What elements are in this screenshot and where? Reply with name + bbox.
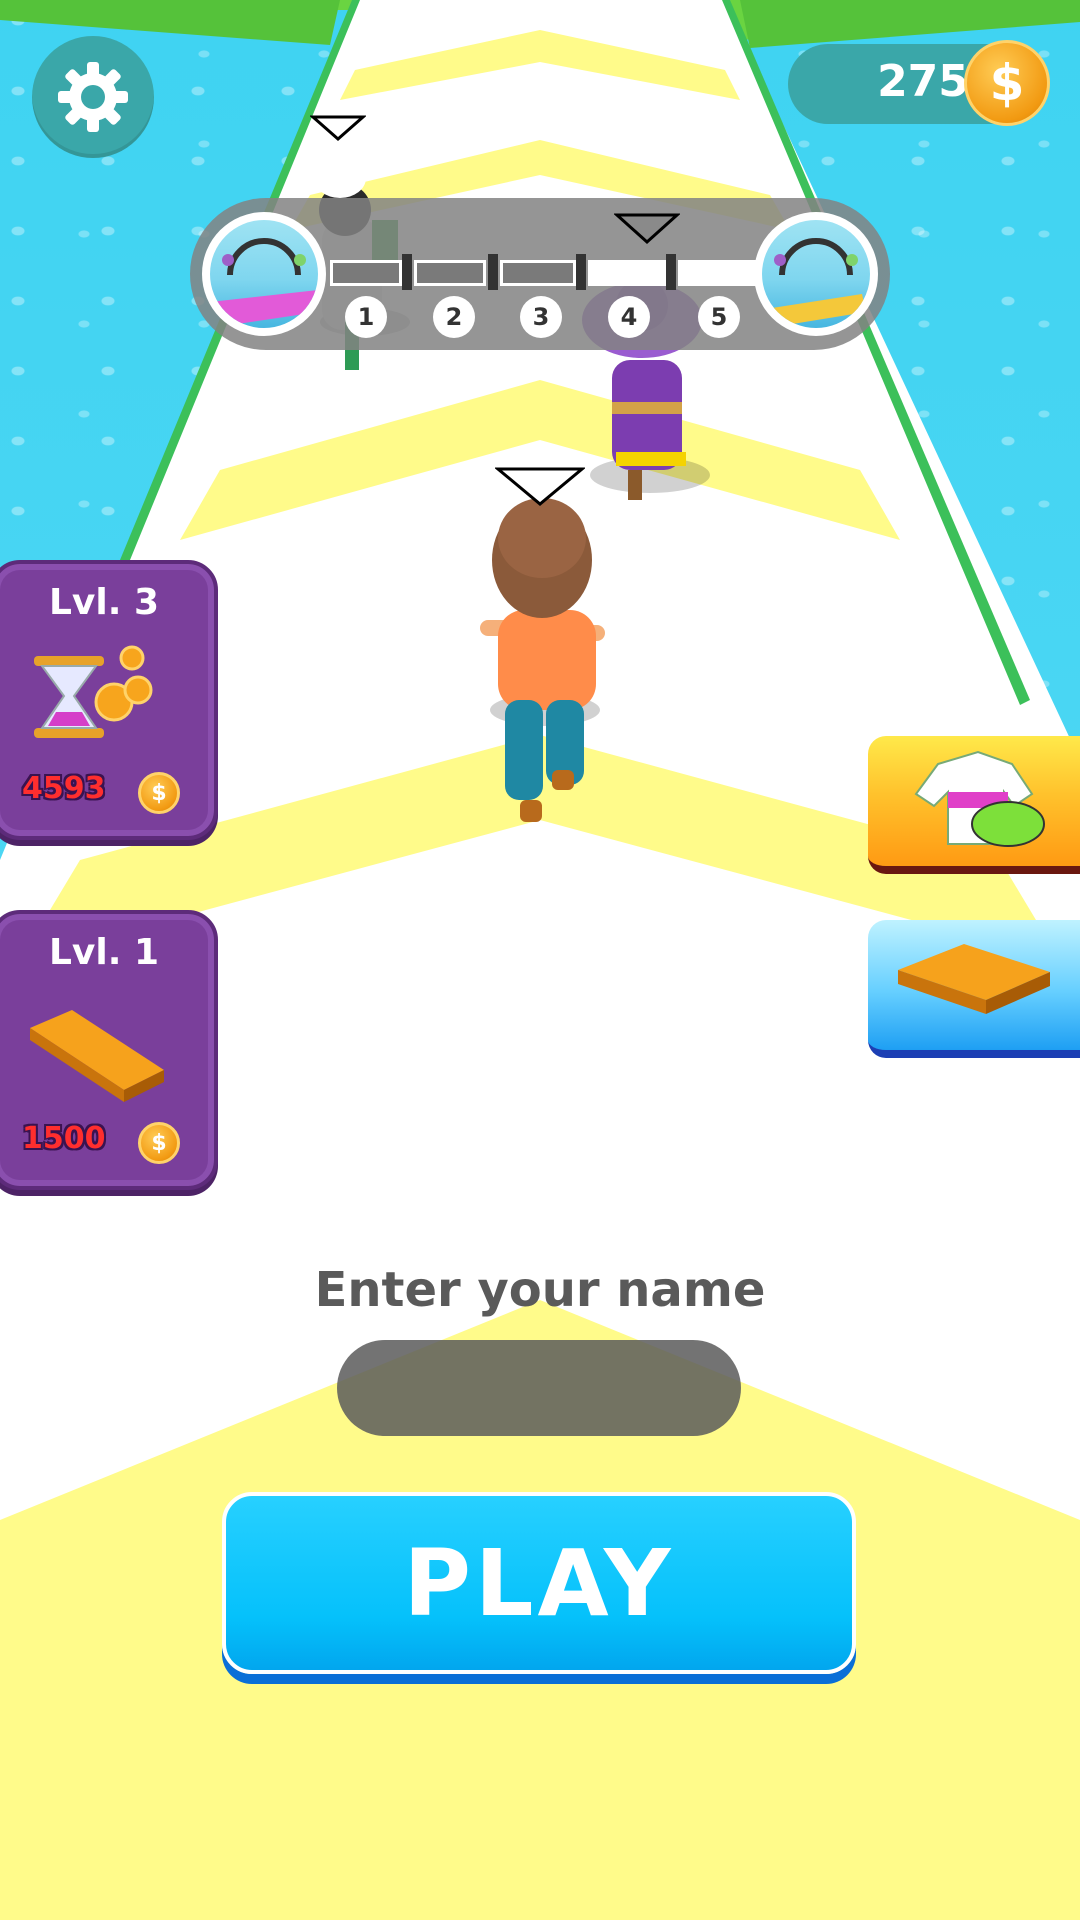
level-progress-bar: 1 2 3 4 5 <box>190 198 890 350</box>
name-label: Enter your name <box>314 1262 766 1318</box>
opponent-marker-icon <box>310 115 366 141</box>
stage-number: 5 <box>698 296 740 338</box>
play-label: PLAY <box>403 1529 675 1637</box>
level-island-icon <box>772 238 866 326</box>
plank-icon <box>898 944 1050 1014</box>
stage-segment-2 <box>414 260 486 286</box>
player-runner <box>480 498 605 822</box>
hourglass-coins-icon <box>34 645 153 738</box>
skins-shop-button[interactable] <box>868 736 1080 874</box>
player-marker-icon <box>495 467 585 506</box>
stage-segment-5 <box>678 260 758 286</box>
upgrade-level: Lvl. 3 <box>48 582 159 623</box>
upgrade-level: Lvl. 1 <box>48 932 159 973</box>
upgrade-price: 4593 <box>22 771 106 806</box>
plank-icon <box>30 1010 164 1102</box>
next-level-thumbnail <box>754 212 878 336</box>
coin-counter: 275 $ <box>788 40 1050 126</box>
stage-divider <box>576 254 586 290</box>
current-level-thumbnail <box>202 212 326 336</box>
gear-icon <box>58 62 128 132</box>
upgrade-card-plank[interactable]: Lvl. 1 1500 $ <box>0 910 218 1190</box>
dollar-coin-icon: $ <box>138 1122 180 1164</box>
stage-number: 1 <box>345 296 387 338</box>
current-stage-marker-icon <box>614 213 680 245</box>
upgrade-price: 1500 <box>22 1121 106 1156</box>
stage-divider <box>666 254 676 290</box>
stage-divider <box>488 254 498 290</box>
stage-number: 3 <box>520 296 562 338</box>
stage-divider <box>402 254 412 290</box>
stage-segment-3 <box>500 260 576 286</box>
platform-shop-button[interactable] <box>868 920 1080 1058</box>
settings-button[interactable] <box>32 36 154 158</box>
dollar-coin-icon: $ <box>964 40 1050 126</box>
stage-segment-4 <box>588 260 666 286</box>
tshirt-icon <box>914 750 1045 847</box>
play-button[interactable]: PLAY <box>222 1492 856 1674</box>
level-island-icon <box>210 238 318 328</box>
stage-segment-1 <box>330 260 402 286</box>
dollar-coin-icon: $ <box>138 772 180 814</box>
stage-number-current: 4 <box>608 296 650 338</box>
name-input[interactable] <box>337 1340 741 1436</box>
stage-number: 2 <box>433 296 475 338</box>
game-scene: 275 $ 1 2 3 4 5 Lvl. 3 4593 $ Lvl. 1 150… <box>0 0 1080 1920</box>
upgrade-card-income[interactable]: Lvl. 3 4593 $ <box>0 560 218 840</box>
